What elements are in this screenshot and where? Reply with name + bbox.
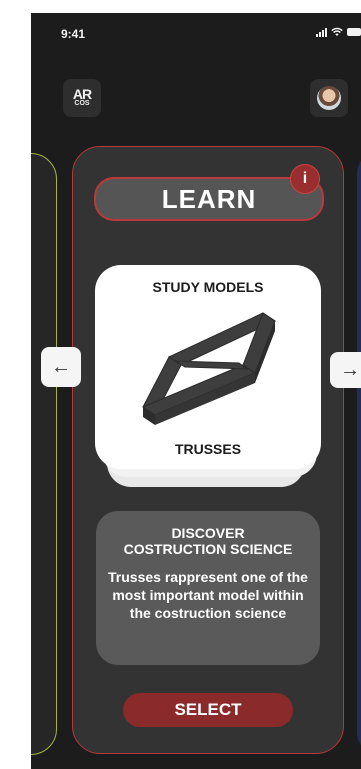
user-avatar-icon: [317, 86, 341, 110]
battery-icon: [347, 28, 361, 36]
status-icons: [316, 27, 361, 37]
study-model-card[interactable]: STUDY MODELS TRUSSES: [95, 265, 321, 469]
logo-ar-text: AR: [72, 86, 92, 102]
signal-icon: [316, 27, 327, 37]
arrow-left-icon[interactable]: ←: [41, 347, 81, 387]
truss-model-icon: [141, 312, 277, 425]
arrow-right-icon[interactable]: →: [330, 352, 361, 388]
description-title-line2: COSTRUCTION SCIENCE: [123, 541, 293, 557]
description-body: Trusses rappresent one of the most impor…: [108, 569, 308, 621]
learn-header: LEARN: [94, 177, 324, 221]
logo-cos-text: COS: [74, 100, 90, 107]
select-button[interactable]: SELECT: [123, 693, 293, 727]
study-models-title: STUDY MODELS: [152, 279, 264, 295]
profile-button[interactable]: [310, 79, 348, 117]
app-logo-button[interactable]: AR COS: [63, 79, 101, 117]
phone-screen: 9:41 AR COS LEARN i STUDY MODELS TRUSSES…: [31, 13, 361, 769]
status-bar: 9:41: [31, 13, 361, 53]
trusses-label: TRUSSES: [174, 441, 242, 457]
description-title: DISCOVER COSTRUCTION SCIENCE: [96, 525, 320, 557]
info-icon[interactable]: i: [290, 164, 320, 194]
wifi-icon: [331, 27, 343, 36]
next-card-peek[interactable]: [357, 153, 361, 753]
status-time: 9:41: [61, 27, 86, 41]
previous-card-peek[interactable]: [31, 153, 57, 755]
description-title-line1: DISCOVER: [171, 525, 245, 541]
description-card: DISCOVER COSTRUCTION SCIENCE Trusses rap…: [96, 511, 320, 665]
